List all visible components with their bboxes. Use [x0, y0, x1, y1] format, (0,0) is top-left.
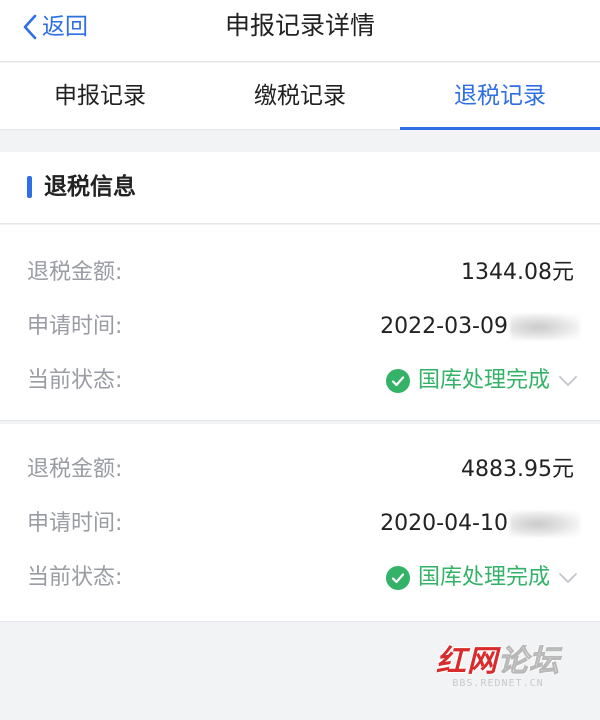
watermark-white: 论坛: [498, 644, 560, 680]
redacted-blur: [510, 314, 580, 340]
status-toggle[interactable]: 国库处理完成: [385, 562, 578, 594]
status-label: 当前状态:: [27, 368, 123, 393]
amount-label: 退税金额:: [27, 457, 123, 482]
status-label: 当前状态:: [27, 565, 123, 590]
section-header: 退税信息: [0, 152, 600, 224]
amount-row: 退税金额: 4883.95元: [0, 450, 600, 490]
status-row: 当前状态: 国库处理完成: [0, 558, 600, 598]
tab-bar: 申报记录 缴税记录 退税记录: [0, 63, 600, 130]
section-accent-bar: [27, 176, 32, 198]
navbar: 返回 申报记录详情: [0, 0, 600, 62]
refund-record-card: 退税金额: 4883.95元 申请时间: 2020-04-10 当前状态: 国库…: [0, 424, 600, 622]
tab-payment-records[interactable]: 缴税记录: [200, 63, 400, 129]
status-toggle[interactable]: 国库处理完成: [385, 365, 578, 397]
amount-row: 退税金额: 1344.08元: [0, 253, 600, 293]
date-value: 2022-03-09: [380, 314, 508, 339]
date-label: 申请时间:: [27, 314, 123, 339]
status-value: 国库处理完成: [417, 565, 550, 590]
chevron-down-icon: [559, 376, 577, 386]
watermark-url: BBS.REDNET.CN: [452, 678, 544, 689]
status-value: 国库处理完成: [417, 368, 550, 393]
redacted-blur: [510, 511, 580, 537]
date-value: 2020-04-10: [380, 511, 508, 536]
section-title: 退税信息: [44, 174, 136, 200]
watermark-red: 红网: [436, 644, 498, 679]
page-title: 申报记录详情: [224, 11, 375, 40]
check-circle-icon: [385, 566, 410, 590]
check-circle-icon: [385, 369, 410, 393]
tab-refund-records[interactable]: 退税记录: [400, 63, 600, 130]
date-value-wrap: 2022-03-09: [380, 311, 580, 343]
date-label: 申请时间:: [27, 511, 123, 536]
tab-declaration-records[interactable]: 申报记录: [0, 63, 200, 129]
date-value-wrap: 2020-04-10: [380, 508, 580, 540]
chevron-down-icon: [559, 573, 577, 583]
watermark-logo: 红网论坛 BBS.REDNET.CN: [436, 636, 560, 690]
status-row: 当前状态: 国库处理完成: [0, 361, 600, 401]
date-row: 申请时间: 2020-04-10: [0, 504, 600, 544]
amount-value: 1344.08元: [461, 260, 574, 285]
amount-label: 退税金额:: [27, 260, 123, 285]
amount-value: 4883.95元: [461, 457, 574, 482]
refund-record-card: 退税金额: 1344.08元 申请时间: 2022-03-09 当前状态: 国库…: [0, 225, 600, 421]
watermark-title: 红网论坛: [436, 636, 560, 680]
date-row: 申请时间: 2022-03-09: [0, 307, 600, 347]
